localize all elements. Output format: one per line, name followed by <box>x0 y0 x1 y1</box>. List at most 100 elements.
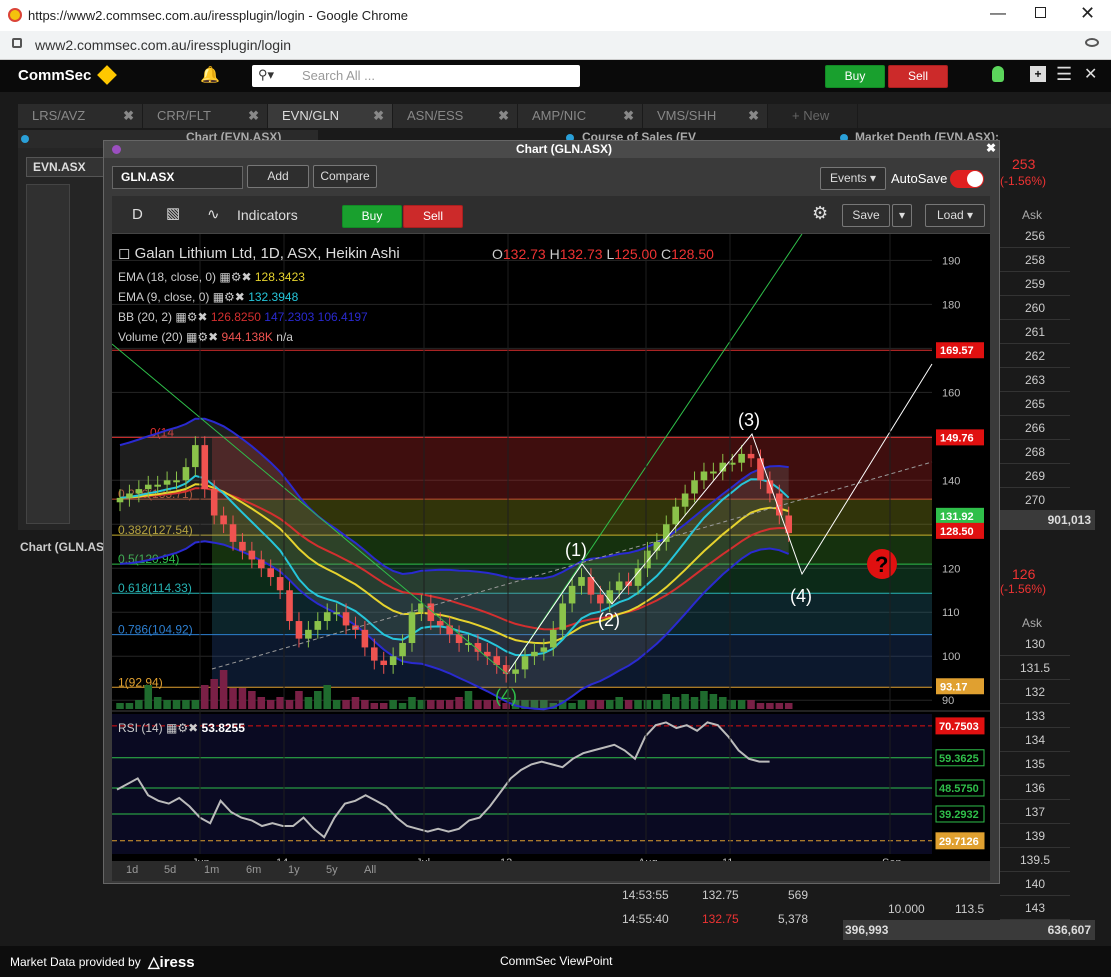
search-box[interactable]: ⚲▾ Search All ... <box>252 65 580 87</box>
ask-row: 143 <box>1000 896 1070 920</box>
load-button[interactable]: Load ▾ <box>925 204 985 227</box>
settings-gear-icon[interactable]: ⚙ <box>812 203 828 224</box>
sell-button[interactable]: Sell <box>888 65 948 88</box>
candle <box>182 467 190 481</box>
bulb-icon[interactable] <box>992 66 1004 82</box>
candle <box>578 577 585 586</box>
price-tag-label: 131.92 <box>940 511 974 523</box>
range-all[interactable]: All <box>364 864 376 876</box>
tab-crr-flt[interactable]: CRR/FLT ✖ <box>143 104 268 128</box>
volume-bar <box>634 700 642 709</box>
tab-asn-ess[interactable]: ASN/ESS ✖ <box>393 104 518 128</box>
close-tab-icon[interactable]: ✖ <box>123 104 134 128</box>
symbol-input[interactable]: GLN.ASX <box>112 166 243 189</box>
volume-bar <box>304 697 313 709</box>
plus-icon[interactable]: + <box>1030 66 1046 82</box>
compare-button[interactable]: Compare <box>313 165 377 188</box>
autosave-toggle[interactable] <box>950 170 984 188</box>
candle <box>192 445 199 468</box>
volume-bar <box>568 703 576 709</box>
ask-row: 256 <box>1000 224 1070 248</box>
candle <box>615 581 623 591</box>
volume-bar <box>408 697 416 709</box>
volume-bar <box>201 685 209 709</box>
depth-change: (-1.56%) <box>1000 174 1047 188</box>
tab-evn-gln[interactable]: EVN/GLN ✖ <box>268 104 393 128</box>
save-button[interactable]: Save <box>842 204 890 227</box>
menu-icon[interactable]: ☰ <box>1056 64 1072 85</box>
y-tick-label: 120 <box>942 563 960 575</box>
close-window-icon[interactable]: ✕ <box>1080 3 1095 24</box>
tab-new[interactable]: + New <box>778 104 858 128</box>
depth-price-2: 126 <box>1012 566 1036 582</box>
volume-bar <box>427 700 435 709</box>
volume-bar <box>662 694 671 709</box>
close-tab-icon[interactable]: ✖ <box>748 104 759 128</box>
volume-bar <box>643 700 652 709</box>
indicators-icon[interactable]: ∿ <box>207 205 220 223</box>
close-tab-icon[interactable]: ✖ <box>248 104 259 128</box>
minimize-icon[interactable]: — <box>990 5 1006 23</box>
chart-window-title: Chart (GLN.ASX) <box>516 142 612 156</box>
eye-icon[interactable] <box>1085 38 1099 47</box>
search-icon[interactable]: ⚲▾ <box>258 67 274 83</box>
close-chart-icon[interactable]: ✖ <box>986 141 996 155</box>
ask-row: 262 <box>1000 344 1070 368</box>
indicators-button[interactable]: Indicators <box>237 207 298 223</box>
bell-icon[interactable]: 🔔 <box>200 65 220 85</box>
save-dropdown-icon[interactable]: ▾ <box>892 204 912 227</box>
close-tab-icon[interactable]: ✖ <box>373 104 384 128</box>
close-tab-icon[interactable]: ✖ <box>623 104 634 128</box>
window-title: https://www2.commsec.com.au/iressplugin/… <box>28 8 409 23</box>
add-button[interactable]: Add <box>247 165 309 188</box>
chart-window-titlebar[interactable]: Chart (GLN.ASX) ✖ <box>104 141 999 158</box>
volume-bar <box>455 697 463 709</box>
candle <box>314 621 322 630</box>
events-button[interactable]: Events ▾ <box>820 167 886 190</box>
y-tick-label: 190 <box>942 255 960 267</box>
chart-window: Chart (GLN.ASX) ✖ GLN.ASX Add Compare Ev… <box>103 140 1000 884</box>
volume-bar <box>125 703 134 709</box>
browser-titlebar: https://www2.commsec.com.au/iressplugin/… <box>0 0 1111 31</box>
ask-row: 131.5 <box>1000 656 1070 680</box>
interval-button[interactable]: D <box>132 206 143 223</box>
tab-amp-nic[interactable]: AMP/NIC ✖ <box>518 104 643 128</box>
candle-type-icon[interactable]: ▧ <box>166 204 180 222</box>
tab-lrs-avz[interactable]: LRS/AVZ ✖ <box>18 104 143 128</box>
close-app-icon[interactable]: ✕ <box>1084 64 1097 84</box>
chart-sell-button[interactable]: Sell <box>403 205 463 228</box>
volume-bar <box>361 700 369 709</box>
tab-vms-shh[interactable]: VMS/SHH ✖ <box>643 104 768 128</box>
range-1d[interactable]: 1d <box>126 864 138 876</box>
range-6m[interactable]: 6m <box>246 864 261 876</box>
candle <box>399 643 406 657</box>
candle <box>446 625 453 635</box>
volume-bar <box>700 691 708 709</box>
candle <box>710 471 717 474</box>
ask-row: 265 <box>1000 392 1070 416</box>
ask-row: 137 <box>1000 800 1070 824</box>
volume-bar <box>266 700 275 709</box>
brand-logo: CommSec <box>18 67 92 84</box>
close-tab-icon[interactable]: ✖ <box>498 104 509 128</box>
candle <box>531 651 538 657</box>
ask-row: 260 <box>1000 296 1070 320</box>
candle <box>634 568 642 586</box>
search-input[interactable]: Search All ... <box>302 68 375 83</box>
candle <box>135 489 143 494</box>
volume-bar <box>370 703 379 709</box>
range-5y[interactable]: 5y <box>326 864 338 876</box>
url-text[interactable]: www2.commsec.com.au/iressplugin/login <box>35 37 291 53</box>
candle <box>380 660 388 666</box>
range-1m[interactable]: 1m <box>204 864 219 876</box>
address-bar[interactable]: www2.commsec.com.au/iressplugin/login <box>0 31 1111 60</box>
left-code-box[interactable]: EVN.ASX <box>26 157 106 177</box>
maximize-icon[interactable] <box>1035 7 1046 18</box>
legend: ◻ Galan Lithium Ltd, 1D, ASX, Heikin Ash… <box>112 234 932 344</box>
range-5d[interactable]: 5d <box>164 864 176 876</box>
left-panel-tab[interactable]: Chart (GLN.AS <box>20 540 104 554</box>
y-tick-label: 140 <box>942 475 960 487</box>
chart-buy-button[interactable]: Buy <box>342 205 402 228</box>
range-1y[interactable]: 1y <box>288 864 300 876</box>
buy-button[interactable]: Buy <box>825 65 885 88</box>
